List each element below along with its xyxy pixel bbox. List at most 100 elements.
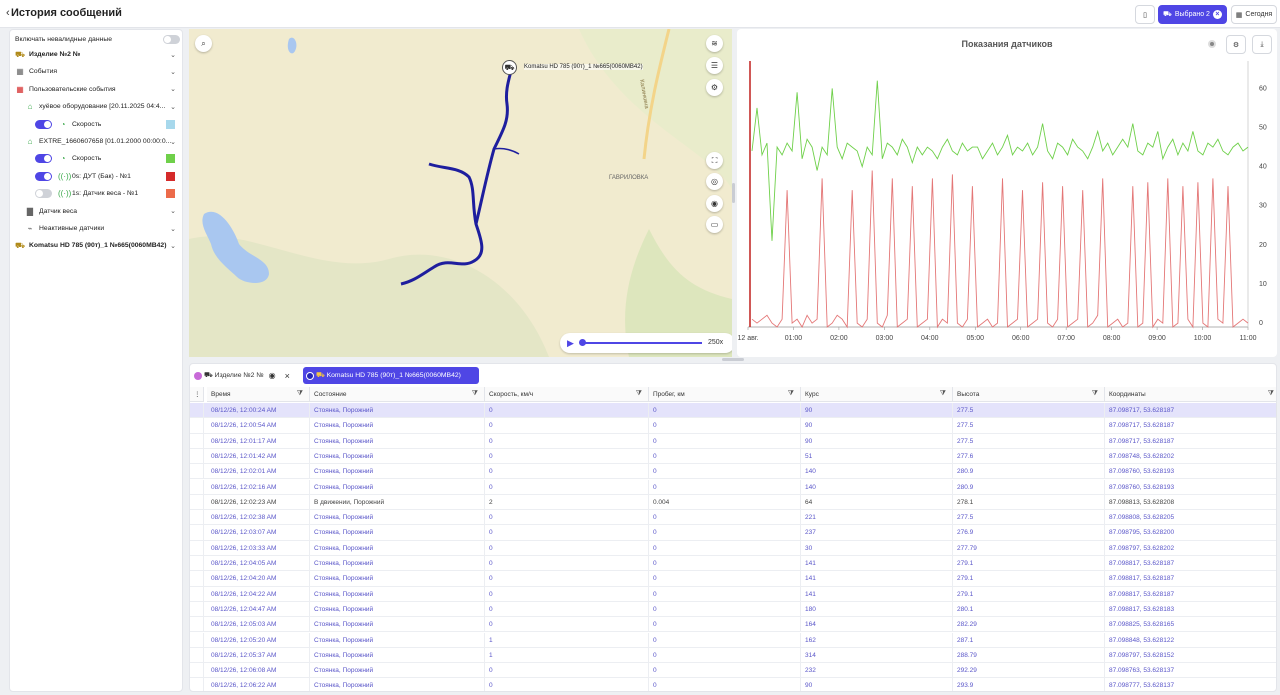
tree-row[interactable]: ▇ Датчик веса ⌄	[10, 204, 182, 219]
table-row[interactable]: 08/12/26, 12:05:03 AM Стоянка, Порожний 0 0…	[190, 617, 1276, 633]
tree-row[interactable]: ⌁ Неактивные датчики ⌄	[10, 221, 182, 236]
column-header[interactable]: Время ⧩	[207, 387, 310, 402]
tree-row[interactable]: ((·)) 1s: Датчик веса - №1	[10, 186, 182, 201]
chevron-down-icon[interactable]: ⌄	[170, 138, 176, 146]
vertical-splitter-handle[interactable]	[732, 183, 735, 203]
color-swatch[interactable]	[166, 171, 175, 181]
table-row[interactable]: 08/12/26, 12:03:07 AM Стоянка, Порожний 0 0…	[190, 525, 1276, 541]
color-swatch[interactable]	[166, 189, 175, 199]
tree-row[interactable]: ◔ Скорость	[10, 151, 182, 166]
column-menu-icon[interactable]: ⋮	[190, 387, 204, 402]
calendar-red-icon: ▦	[16, 84, 24, 94]
tree-row[interactable]: ⛟ Изделие №2 № ⌄	[10, 47, 182, 62]
slider-handle[interactable]	[579, 339, 586, 346]
download-button[interactable]: ⤓	[1252, 35, 1272, 54]
table-row[interactable]: 08/12/26, 12:02:23 AM В движении, Порожни…	[190, 494, 1276, 511]
timeline-slider[interactable]	[582, 342, 702, 344]
tree-row[interactable]: ⌂ EXTRE_1660607658 [01.01.2000 00:00:0...…	[10, 134, 182, 149]
filter-icon[interactable]: ⧩	[297, 390, 303, 398]
column-header[interactable]: Высота ⧩	[953, 387, 1105, 402]
table-row[interactable]: 08/12/26, 12:01:17 AM Стоянка, Порожний 0 0…	[190, 433, 1276, 449]
table-row[interactable]: 08/12/26, 12:02:38 AM Стоянка, Порожний 0 0…	[190, 510, 1276, 526]
locate-icon[interactable]: ◎	[706, 173, 723, 190]
table-row[interactable]: 08/12/26, 12:06:22 AM Стоянка, Порожний 0 0…	[190, 678, 1276, 691]
table-row[interactable]: 08/12/26, 12:03:33 AM Стоянка, Порожний 0 0…	[190, 540, 1276, 556]
table-cell: 0	[649, 647, 801, 663]
color-swatch[interactable]	[166, 119, 175, 129]
chart-settings-button[interactable]: ⚙	[1226, 35, 1246, 54]
column-header[interactable]: Состояние ⧩	[310, 387, 485, 402]
column-header[interactable]: Пробег, км ⧩	[649, 387, 801, 402]
table-row[interactable]: 08/12/26, 12:02:01 AM Стоянка, Порожний 0 0…	[190, 464, 1276, 480]
filter-icon[interactable]: ⧩	[1092, 390, 1098, 398]
table-row[interactable]: 08/12/26, 12:00:24 AM Стоянка, Порожний 0 0…	[190, 403, 1276, 419]
column-header[interactable]: Курс ⧩	[801, 387, 953, 402]
fit-bounds-icon[interactable]: ⛶	[706, 152, 723, 169]
close-icon[interactable]: ×	[285, 371, 290, 381]
today-button[interactable]: ▦ Сегодня	[1231, 5, 1277, 24]
vehicle-marker-icon[interactable]: ⛟	[502, 60, 517, 75]
bookmark-button[interactable]: ▯	[1135, 5, 1155, 24]
tree-row[interactable]: ▦ Пользовательские события ⌄	[10, 82, 182, 97]
column-header[interactable]: Координаты ⧩	[1105, 387, 1276, 402]
table-row[interactable]: 08/12/26, 12:01:42 AM Стоянка, Порожний 0 0…	[190, 448, 1276, 465]
search-icon[interactable]: ⌕	[195, 35, 212, 52]
tree-row[interactable]: ⌂ хуёвое оборудование [20.11.2025 04:4...…	[10, 99, 182, 114]
map-view[interactable]: ГАВРИЛОВКА Калинкина ⛟ Komatsu HD 785 (9…	[189, 29, 732, 357]
playback-speed[interactable]: 250x	[708, 339, 723, 346]
filter-icon[interactable]: ⧩	[940, 390, 946, 398]
compass-icon[interactable]: ◉	[706, 195, 723, 212]
table-row[interactable]: 08/12/26, 12:02:16 AM Стоянка, Порожний 0 0…	[190, 479, 1276, 495]
back-chevron-icon[interactable]: ‹	[6, 7, 10, 19]
sensor-toggle[interactable]	[35, 189, 52, 199]
table-cell: 280.1	[953, 601, 1105, 617]
row-gutter	[190, 494, 204, 510]
play-icon[interactable]: ▶	[567, 338, 574, 349]
filter-icon[interactable]: ⧩	[472, 390, 478, 398]
ruler-icon[interactable]: ▭	[706, 216, 723, 233]
filter-icon[interactable]: ⧩	[1268, 390, 1274, 398]
table-row[interactable]: 08/12/26, 12:04:22 AM Стоянка, Порожний 0 0…	[190, 586, 1276, 602]
gear-icon[interactable]: ⚙	[706, 79, 723, 96]
table-row[interactable]: 08/12/26, 12:05:37 AM Стоянка, Порожний 1 0…	[190, 647, 1276, 664]
chevron-down-icon[interactable]: ⌄	[170, 85, 176, 93]
gear-icon: ⚙	[1232, 41, 1240, 49]
filter-icon[interactable]: ⧩	[788, 390, 794, 398]
tree-row[interactable]: ▦ События ⌄	[10, 64, 182, 79]
legend-dot-icon[interactable]	[1208, 40, 1216, 48]
tree-row[interactable]: ◔ Скорость	[10, 117, 182, 132]
close-icon[interactable]: ×	[1212, 10, 1222, 19]
table-row[interactable]: 08/12/26, 12:05:20 AM Стоянка, Порожний 1 0…	[190, 632, 1276, 648]
table-row[interactable]: 08/12/26, 12:04:47 AM Стоянка, Порожний 0 0…	[190, 601, 1276, 618]
filter-icon[interactable]: ⧩	[636, 390, 642, 398]
chevron-down-icon[interactable]: ⌄	[170, 207, 176, 215]
layers-icon[interactable]: ≋	[706, 35, 723, 52]
table-cell: 221	[801, 510, 953, 526]
tab-unit-1[interactable]: ⛟ Изделие №2 № ◉ ×	[194, 367, 290, 384]
invalid-data-toggle[interactable]	[163, 35, 180, 44]
tree-row[interactable]: ⛟ Komatsu HD 785 (90т)_1 №665(0060МВ42) ⌄	[10, 238, 182, 253]
tree-row[interactable]: ((·)) 0s: ДУТ (Бак) - №1	[10, 169, 182, 184]
x-tick-label: 01:00	[785, 335, 803, 342]
column-header[interactable]: Скорость, км/ч ⧩	[485, 387, 649, 402]
list-icon[interactable]: ☰	[706, 57, 723, 74]
chevron-down-icon[interactable]: ⌄	[170, 103, 176, 111]
table-row[interactable]: 08/12/26, 12:04:05 AM Стоянка, Порожний 0 0…	[190, 556, 1276, 572]
selected-button[interactable]: ⛟ Выбрано 2 ×	[1158, 5, 1227, 24]
tab-unit-2[interactable]: ⛟ Komatsu HD 785 (90т)_1 №665(0060МВ42)	[303, 367, 479, 384]
splitter-handle[interactable]	[722, 358, 744, 361]
sensor-toggle[interactable]	[35, 119, 52, 129]
color-swatch[interactable]	[166, 154, 175, 164]
sensor-toggle[interactable]	[35, 154, 52, 164]
sensor-toggle[interactable]	[35, 171, 52, 181]
chevron-down-icon[interactable]: ⌄	[170, 68, 176, 76]
table-row[interactable]: 08/12/26, 12:00:54 AM Стоянка, Порожний 0 0…	[190, 418, 1276, 434]
chevron-down-icon[interactable]: ⌄	[170, 225, 176, 233]
chevron-down-icon[interactable]: ⌄	[170, 242, 176, 250]
tree-row-label: Komatsu HD 785 (90т)_1 №665(0060МВ42)	[29, 242, 167, 250]
eye-icon[interactable]: ◉	[269, 371, 276, 380]
chevron-down-icon[interactable]: ⌄	[170, 51, 176, 59]
table-row[interactable]: 08/12/26, 12:04:20 AM Стоянка, Порожний 0 0…	[190, 571, 1276, 587]
vehicle-label: Komatsu HD 785 (90т)_1 №665(0060МВ42)	[524, 64, 643, 70]
table-row[interactable]: 08/12/26, 12:06:08 AM Стоянка, Порожний 0 0…	[190, 663, 1276, 679]
